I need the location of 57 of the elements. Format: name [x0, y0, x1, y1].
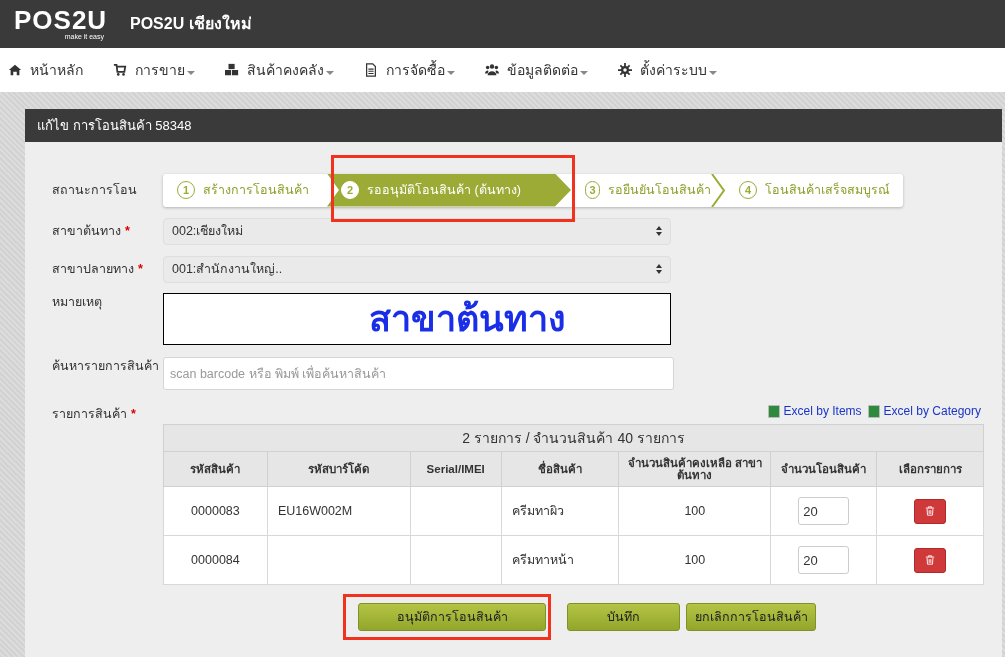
field-label: สาขาต้นทาง	[52, 222, 121, 240]
nav-menu-item[interactable]: การจัดซื้อ	[364, 59, 455, 81]
column-header: ชื่อสินค้า	[501, 451, 619, 487]
quantity-field[interactable]: 20	[798, 546, 850, 574]
required-mark: *	[125, 222, 130, 240]
nav-menu-item[interactable]: ตั้งค่าระบบ	[618, 59, 717, 81]
search-field[interactable]: scan barcode หรือ พิมพ์ เพื่อค้นหาสินค้า	[163, 357, 674, 390]
delete-button[interactable]	[914, 498, 947, 524]
app-title: POS2U เชียงใหม่	[130, 13, 252, 34]
action-button[interactable]: บันทึก	[567, 603, 680, 631]
table-cell: EU16W002M	[267, 486, 411, 536]
cart-icon	[113, 63, 127, 77]
column-header: เลือกรายการ	[876, 451, 984, 487]
required-mark: *	[131, 406, 136, 423]
table-cell: 0000083	[163, 486, 268, 536]
panel-title: แก้ไข การโอนสินค้า 58348	[25, 109, 1002, 142]
table-summary: 2 รายการ / จำนวนสินค้า 40 รายการ	[163, 424, 984, 452]
remark-textarea[interactable]: สาขาต้นทาง	[163, 293, 671, 345]
column-header: รหัสสินค้า	[163, 451, 268, 487]
nav-menu-item[interactable]: ข้อมูลติดต่อ	[485, 59, 588, 81]
table-cell: 100	[619, 535, 771, 585]
field-label: รายการสินค้า	[52, 406, 127, 423]
action-button[interactable]: ยกเลิกการโอนสินค้า	[686, 603, 816, 631]
nav-menu-item[interactable]: หน้าหลัก	[8, 59, 83, 81]
column-header: Serial/IMEI	[410, 451, 502, 487]
table-cell: 0000084	[163, 535, 268, 585]
action-button[interactable]: อนุมัติการโอนสินค้า	[358, 603, 546, 631]
quantity-field[interactable]: 20	[798, 497, 850, 525]
excel-export-link[interactable]: Excel by Category	[867, 401, 981, 421]
column-header: จำนวนโอนสินค้า	[770, 451, 877, 487]
field-label: สถานะการโอน	[52, 181, 137, 199]
delete-button[interactable]	[914, 547, 947, 573]
home-icon	[8, 63, 22, 77]
cubes-icon	[225, 63, 239, 77]
trash-icon	[925, 555, 936, 565]
field-label: ค้นหารายการสินค้า	[52, 358, 159, 375]
field-label: สาขาปลายทาง	[52, 260, 134, 278]
users-icon	[485, 63, 499, 77]
dropdown-select[interactable]: 001:สำนักงานใหญ่..	[163, 255, 671, 283]
chevron-divider-icon	[711, 173, 725, 207]
field-label: หมายเหตุ	[52, 294, 102, 312]
sort-arrows-icon	[656, 264, 662, 274]
excel-export-link[interactable]: Excel by Items	[767, 401, 862, 421]
table-cell: ครีมทาผิว	[501, 486, 619, 536]
step-number: 2	[341, 181, 359, 199]
nav-menu-item[interactable]: สินค้าคงคลัง	[225, 59, 334, 81]
nav-menu-item[interactable]: การขาย	[113, 59, 195, 81]
sort-arrows-icon	[656, 226, 662, 236]
table-cell: ครีมทาหน้า	[501, 535, 619, 585]
table-cell: 100	[619, 486, 771, 536]
column-header: จำนวนสินค้าคงเหลือ สาขาต้นทาง	[619, 451, 771, 487]
settings-icon	[618, 63, 632, 77]
document-icon	[364, 63, 378, 77]
required-mark: *	[138, 260, 143, 278]
column-header: รหัสบาร์โค้ด	[267, 451, 411, 487]
trash-icon	[925, 506, 936, 516]
dropdown-select[interactable]: 002:เชียงใหม่	[163, 217, 671, 245]
